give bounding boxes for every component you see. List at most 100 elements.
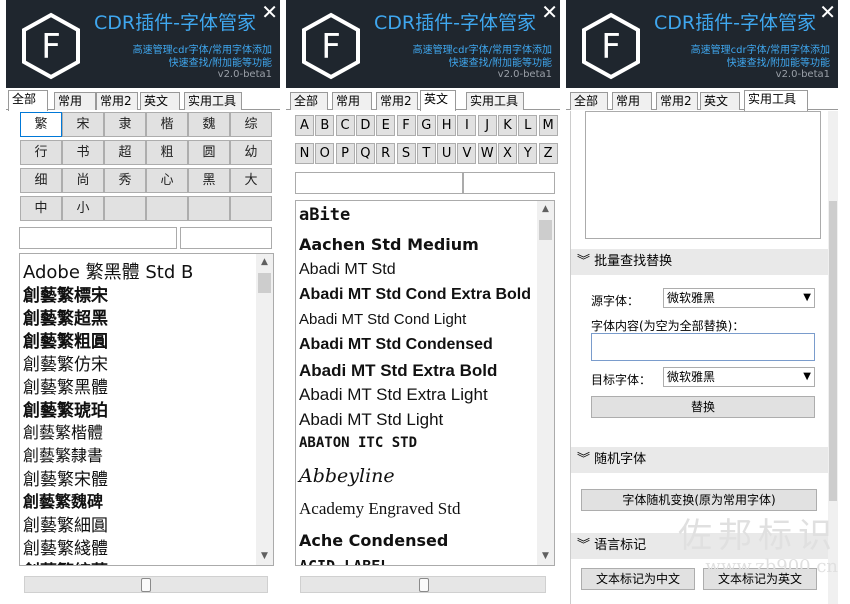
font-list-item[interactable]: Abadi MT Std Extra Light (299, 385, 488, 405)
letter-filter-button[interactable]: A (295, 115, 314, 136)
char-filter-button[interactable] (230, 196, 272, 221)
tools-scroll-thumb[interactable] (829, 201, 837, 501)
scroll-down-icon[interactable]: ▼ (537, 548, 554, 565)
tab-common2[interactable]: 常用2 (96, 92, 138, 110)
font-list[interactable]: Adobe 繁黑體 Std B 創藝繁標宋 創藝繁超黑 創藝繁粗圓 創藝繁仿宋 創藝繁黑體… (19, 253, 274, 566)
tab-tools[interactable]: 实用工具 (466, 92, 524, 110)
source-font-select[interactable]: 微软雅黑 ▼ (663, 288, 815, 308)
close-icon[interactable]: ✕ (541, 2, 558, 22)
char-filter-button[interactable]: 行 (20, 140, 62, 165)
char-filter-button[interactable]: 小 (62, 196, 104, 221)
font-list-item[interactable]: ABATON ITC STD (299, 435, 417, 451)
font-list-item[interactable]: aBite (299, 205, 350, 225)
font-list-item[interactable]: Abadi MT Std (299, 261, 396, 279)
char-filter-button[interactable]: 粗 (146, 140, 188, 165)
letter-filter-button[interactable]: Z (538, 143, 558, 164)
target-font-select[interactable]: 微软雅黑 ▼ (663, 367, 815, 387)
letter-filter-button[interactable]: G (416, 115, 436, 136)
scroll-up-icon[interactable]: ▲ (256, 254, 273, 271)
letter-filter-button[interactable]: W (477, 143, 497, 164)
letter-filter-button[interactable]: O (315, 143, 335, 164)
letter-filter-button[interactable]: B (315, 115, 335, 136)
letter-filter-button[interactable]: X (498, 143, 517, 164)
font-list[interactable]: aBite Aachen Std Medium Abadi MT Std Abadi … (295, 200, 555, 566)
char-filter-button[interactable]: 大 (230, 168, 272, 193)
font-list-item[interactable]: 創藝繁細圓 (23, 511, 108, 536)
char-filter-button[interactable]: 心 (146, 168, 188, 193)
font-list-item[interactable]: Aachen Std Medium (299, 235, 479, 254)
font-list-item[interactable]: 創藝繁綜藝 (23, 557, 108, 565)
letter-filter-button[interactable]: V (457, 143, 477, 164)
content-input[interactable] (591, 333, 815, 361)
tab-english[interactable]: 英文 (140, 92, 180, 110)
tab-common2[interactable]: 常用2 (656, 92, 698, 110)
letter-filter-button[interactable]: N (295, 143, 314, 164)
section-random-font[interactable]: ︾ 随机字体 (571, 447, 832, 473)
mark-chinese-button[interactable]: 文本标记为中文 (581, 568, 695, 590)
letter-filter-button[interactable]: U (437, 143, 457, 164)
tab-all[interactable]: 全部 (8, 90, 48, 111)
char-filter-button[interactable]: 书 (62, 140, 104, 165)
font-list-item[interactable]: ACID LABEL (299, 557, 389, 565)
tab-all[interactable]: 全部 (290, 92, 328, 110)
font-list-item[interactable]: 創藝繁超黑 (23, 304, 108, 329)
font-list-item[interactable]: 創藝繁隸書 (23, 442, 103, 466)
size-slider[interactable] (24, 576, 268, 593)
font-list-item[interactable]: 創藝繁綫體 (23, 534, 108, 559)
letter-filter-button[interactable]: J (477, 115, 497, 136)
filter-input-right[interactable] (463, 172, 555, 194)
char-filter-button[interactable]: 楷 (146, 112, 188, 137)
tab-english[interactable]: 英文 (420, 90, 456, 111)
letter-filter-button[interactable]: Y (518, 143, 538, 164)
font-list-item[interactable]: Abadi MT Std Light (299, 410, 443, 430)
tab-common[interactable]: 常用 (54, 92, 96, 110)
char-filter-button[interactable]: 综 (230, 112, 272, 137)
font-list-item[interactable]: 創藝繁魏碑 (23, 488, 103, 512)
font-list-item[interactable]: 創藝繁粗圓 (23, 327, 108, 352)
char-filter-button[interactable] (188, 196, 230, 221)
letter-filter-button[interactable]: S (396, 143, 416, 164)
size-slider-handle[interactable] (419, 578, 429, 592)
font-list-item[interactable]: 創藝繁仿宋 (23, 350, 108, 375)
close-icon[interactable]: ✕ (819, 2, 836, 22)
char-filter-button[interactable]: 尚 (62, 168, 104, 193)
letter-filter-button[interactable]: C (335, 115, 355, 136)
letter-filter-button[interactable]: E (376, 115, 396, 136)
char-filter-button[interactable]: 细 (20, 168, 62, 193)
char-filter-button[interactable]: 宋 (62, 112, 104, 137)
scroll-thumb[interactable] (539, 220, 552, 240)
letter-filter-button[interactable]: F (396, 115, 416, 136)
font-list-item[interactable]: 創藝繁琥珀 (23, 396, 108, 421)
char-filter-button[interactable] (104, 196, 146, 221)
tab-english[interactable]: 英文 (700, 92, 740, 110)
tab-tools[interactable]: 实用工具 (744, 90, 808, 111)
filter-input-right[interactable] (180, 227, 272, 249)
font-list-item[interactable]: Abbeyline (299, 465, 395, 487)
letter-filter-button[interactable]: Q (355, 143, 375, 164)
font-list-item[interactable]: Academy Engraved Std (299, 499, 460, 519)
close-icon[interactable]: ✕ (261, 2, 278, 22)
font-list-item[interactable]: 創藝繁楷體 (23, 419, 103, 443)
letter-filter-button[interactable]: P (335, 143, 355, 164)
scroll-up-icon[interactable]: ▲ (537, 201, 554, 218)
letter-filter-button[interactable]: M (538, 115, 558, 136)
filter-input-left[interactable] (19, 227, 177, 249)
size-slider-handle[interactable] (141, 578, 151, 592)
tab-common[interactable]: 常用 (332, 92, 372, 110)
section-batch-replace[interactable]: ︾ 批量查找替换 (571, 249, 832, 275)
letter-filter-button[interactable]: H (437, 115, 457, 136)
letter-filter-button[interactable]: I (457, 115, 477, 136)
letter-filter-button[interactable]: R (376, 143, 396, 164)
font-list-scrollbar[interactable]: ▲ ▼ (537, 201, 554, 565)
filter-input-left[interactable] (295, 172, 463, 194)
tab-tools[interactable]: 实用工具 (184, 92, 242, 110)
char-filter-button[interactable]: 魏 (188, 112, 230, 137)
char-filter-button[interactable]: 幼 (230, 140, 272, 165)
scroll-down-icon[interactable]: ▼ (256, 548, 273, 565)
font-list-item[interactable]: Abadi MT Std Cond Light (299, 311, 466, 328)
letter-filter-button[interactable]: K (498, 115, 517, 136)
char-filter-button[interactable]: 秀 (104, 168, 146, 193)
replace-button[interactable]: 替换 (591, 396, 815, 418)
font-list-item[interactable]: Ache Condensed (299, 531, 448, 550)
font-list-item[interactable]: Abadi MT Std Condensed (299, 336, 493, 354)
